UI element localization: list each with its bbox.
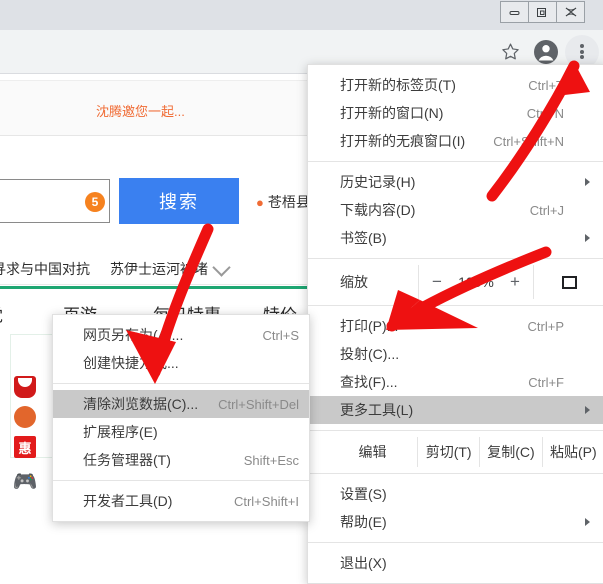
menu-item-more-tools[interactable]: 更多工具(L) [308, 396, 603, 424]
submenu-item-save-page-as[interactable]: 网页另存为(A)... Ctrl+S [53, 321, 309, 349]
menu-separator [308, 305, 603, 306]
menu-item-shortcut: Ctrl+P [527, 318, 564, 334]
menu-item-label: 打印(P)... [340, 318, 399, 334]
menu-item-new-window[interactable]: 打开新的窗口(N) Ctrl+N [308, 99, 603, 127]
menu-item-label: 帮助(E) [340, 514, 387, 530]
submenu-item-label: 网页另存为(A)... [83, 327, 184, 343]
zoom-label: 缩放 [340, 274, 368, 290]
more-tools-submenu: 网页另存为(A)... Ctrl+S 创建快捷方式... 清除浏览数据(C)... Ct… [52, 314, 310, 522]
submenu-item-shortcut: Shift+Esc [243, 452, 299, 468]
search-button[interactable]: 搜索 [119, 178, 239, 224]
menu-item-label: 打开新的标签页(T) [340, 77, 456, 93]
chevron-right-icon [585, 178, 590, 186]
minimize-button[interactable] [501, 2, 529, 22]
menu-separator [308, 258, 603, 259]
menu-separator [308, 542, 603, 543]
submenu-item-label: 任务管理器(T) [83, 452, 171, 468]
menu-separator [308, 161, 603, 162]
browser-title-bar [0, 0, 603, 30]
menu-item-label: 打开新的窗口(N) [340, 105, 444, 121]
menu-item-bookmarks[interactable]: 书签(B) [308, 224, 603, 252]
zoom-out-button[interactable]: − [422, 272, 452, 292]
submenu-separator [53, 383, 309, 384]
submenu-item-label: 扩展程序(E) [83, 424, 158, 440]
paste-button[interactable]: 粘贴(P) [543, 437, 603, 467]
menu-item-label: 历史记录(H) [340, 174, 416, 190]
menu-dot [580, 44, 584, 48]
menu-item-downloads[interactable]: 下载内容(D) Ctrl+J [308, 196, 603, 224]
gamepad-icon[interactable]: 🎮 [14, 470, 36, 493]
restore-button[interactable] [529, 2, 557, 22]
menu-edit-row: 编辑 剪切(T) 复制(C) 粘贴(P) [308, 437, 603, 467]
menu-item-shortcut: Ctrl+F [528, 374, 564, 390]
chrome-main-menu: 打开新的标签页(T) Ctrl+T 打开新的窗口(N) Ctrl+N 打开新的无痕窗口(… [307, 64, 603, 584]
submenu-separator [53, 480, 309, 481]
menu-item-label: 投射(C)... [340, 346, 400, 362]
menu-item-label: 查找(F)... [340, 374, 398, 390]
cut-button[interactable]: 剪切(T) [418, 437, 481, 467]
hot-search-label: 苍梧县 [267, 194, 310, 210]
chevron-right-icon [585, 234, 590, 242]
menu-item-exit[interactable]: 退出(X) [308, 549, 603, 577]
menu-dot [580, 49, 584, 54]
submenu-item-shortcut: Ctrl+Shift+Del [218, 396, 299, 412]
menu-item-label: 更多工具(L) [340, 402, 414, 418]
copy-button[interactable]: 复制(C) [480, 437, 543, 467]
submenu-item-label: 创建快捷方式... [83, 355, 179, 371]
menu-separator [308, 473, 603, 474]
window-controls [500, 1, 585, 23]
menu-separator [308, 430, 603, 431]
nav-item[interactable]: 党 [0, 301, 3, 326]
menu-item-label: 打开新的无痕窗口(I) [340, 133, 466, 149]
hot-search-item[interactable]: ● 苍梧县 [256, 192, 310, 212]
menu-item-history[interactable]: 历史记录(H) [308, 168, 603, 196]
menu-item-shortcut: Ctrl+N [526, 105, 564, 121]
fullscreen-button[interactable] [534, 265, 603, 299]
chevron-down-icon[interactable] [212, 258, 231, 277]
submenu-item-extensions[interactable]: 扩展程序(E) [53, 418, 309, 446]
menu-item-shortcut: Ctrl+J [529, 202, 564, 218]
submenu-item-developer-tools[interactable]: 开发者工具(D) Ctrl+Shift+I [53, 487, 309, 515]
menu-item-shortcut: Ctrl+T [528, 77, 564, 93]
submenu-item-shortcut: Ctrl+Shift+I [233, 493, 299, 509]
menu-item-label: 下载内容(D) [340, 202, 416, 218]
edit-label: 编辑 [308, 437, 418, 467]
submenu-item-clear-browsing-data[interactable]: 清除浏览数据(C)... Ctrl+Shift+Del [53, 390, 309, 418]
zoom-controls: −100% + [418, 265, 534, 299]
news-item[interactable]: 不寻求与中国对抗 [0, 259, 90, 279]
menu-item-new-tab[interactable]: 打开新的标签页(T) Ctrl+T [308, 71, 603, 99]
news-item[interactable]: 苏伊士运河被堵 [110, 259, 208, 279]
bullet-icon: ● [256, 195, 264, 210]
menu-item-cast[interactable]: 投射(C)... [308, 340, 603, 368]
menu-item-new-incognito-window[interactable]: 打开新的无痕窗口(I) Ctrl+Shift+N [308, 127, 603, 155]
fullscreen-icon [561, 275, 577, 289]
menu-item-shortcut: Ctrl+Shift+N [493, 133, 564, 149]
menu-item-help[interactable]: 帮助(E) [308, 508, 603, 536]
search-badge: 5 [85, 192, 105, 212]
menu-item-print[interactable]: 打印(P)... Ctrl+P [308, 312, 603, 340]
chevron-right-icon [585, 406, 590, 414]
zoom-in-button[interactable]: + [500, 272, 530, 292]
chevron-right-icon [585, 518, 590, 526]
submenu-item-label: 清除浏览数据(C)... [83, 396, 199, 412]
menu-item-label: 设置(S) [340, 486, 387, 502]
submenu-item-label: 开发者工具(D) [83, 493, 173, 509]
discount-icon[interactable]: 惠 [14, 436, 36, 458]
menu-item-label: 书签(B) [340, 230, 387, 246]
menu-item-find[interactable]: 查找(F)... Ctrl+F [308, 368, 603, 396]
devil-icon[interactable] [14, 376, 36, 398]
zoom-level-value: 100% [458, 274, 494, 290]
submenu-item-task-manager[interactable]: 任务管理器(T) Shift+Esc [53, 446, 309, 474]
basketball-icon[interactable] [14, 406, 36, 428]
close-button[interactable] [557, 2, 584, 22]
submenu-item-create-shortcut[interactable]: 创建快捷方式... [53, 349, 309, 377]
menu-item-label: 退出(X) [340, 555, 387, 571]
promo-text: 沈腾邀您一起... [96, 104, 185, 119]
submenu-item-shortcut: Ctrl+S [262, 327, 299, 343]
menu-zoom-row: 缩放 −100% + [308, 265, 603, 299]
menu-dot [580, 55, 584, 59]
menu-item-settings[interactable]: 设置(S) [308, 480, 603, 508]
